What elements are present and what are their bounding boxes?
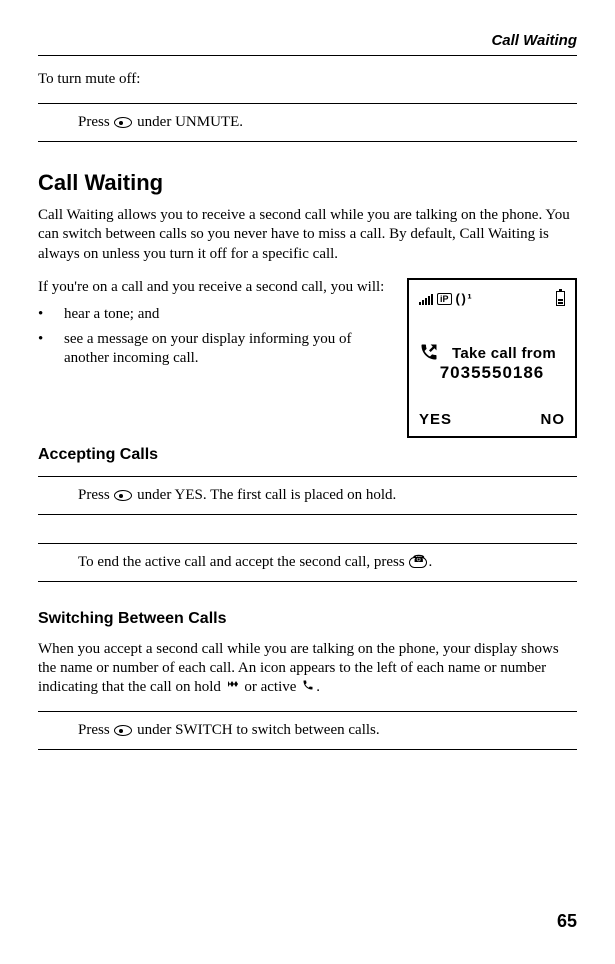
second-call-column: If you're on a call and you receive a se… bbox=[38, 278, 389, 438]
switching-text: . bbox=[316, 679, 320, 695]
instruction-box-end-accept: To end the active call and accept the se… bbox=[38, 543, 577, 582]
text-and-screen-row: If you're on a call and you receive a se… bbox=[38, 278, 577, 438]
running-head: Call Waiting bbox=[38, 32, 577, 49]
instruction-box-accept: Press under YES. The first call is place… bbox=[38, 476, 577, 515]
take-call-text: Take call from bbox=[443, 346, 565, 363]
section-heading-switching: Switching Between Calls bbox=[38, 610, 577, 628]
active-call-icon bbox=[301, 678, 315, 697]
instruction-text: To end the active call and accept the se… bbox=[78, 554, 408, 570]
header-rule bbox=[38, 55, 577, 56]
bullet-list: •hear a tone; and •see a message on your… bbox=[38, 305, 389, 369]
status-bar: iP ( ) ¹ bbox=[419, 290, 565, 308]
ip-icon: iP bbox=[437, 293, 452, 305]
list-item-text: hear a tone; and bbox=[64, 305, 159, 324]
list-item-text: see a message on your display informing … bbox=[64, 330, 389, 368]
section-heading-call-waiting: Call Waiting bbox=[38, 170, 577, 196]
oval-key-icon bbox=[114, 725, 132, 736]
bullet-icon: • bbox=[38, 305, 64, 324]
instruction-text: Press bbox=[78, 722, 113, 738]
page-number: 65 bbox=[557, 911, 577, 932]
section-heading-accepting: Accepting Calls bbox=[38, 446, 577, 464]
softkey-yes: YES bbox=[419, 411, 452, 428]
instruction-text: under SWITCH to switch between calls. bbox=[133, 722, 379, 738]
signal-icon bbox=[419, 293, 433, 305]
battery-icon bbox=[556, 291, 565, 306]
softkey-no: NO bbox=[541, 411, 566, 428]
status-left-group: iP ( ) ¹ bbox=[419, 291, 471, 306]
oval-key-icon bbox=[114, 117, 132, 128]
instruction-text: under YES. The first call is placed on h… bbox=[133, 487, 396, 503]
bullet-icon: • bbox=[38, 330, 64, 368]
list-item: •hear a tone; and bbox=[38, 305, 389, 324]
incoming-number: 7035550186 bbox=[419, 363, 565, 383]
handset-key-icon bbox=[409, 557, 427, 568]
instruction-text: under UNMUTE. bbox=[133, 114, 243, 130]
incoming-call-block: Take call from 7035550186 bbox=[419, 336, 565, 383]
instruction-text: Press bbox=[78, 487, 113, 503]
phone-screen-mockup: iP ( ) ¹ Take call from 7035550186 YES N… bbox=[407, 278, 577, 438]
instruction-box-switch: Press under SWITCH to switch between cal… bbox=[38, 711, 577, 750]
list-item: •see a message on your display informing… bbox=[38, 330, 389, 368]
line-indicator-icon: ( ) ¹ bbox=[456, 291, 471, 306]
switching-text: or active bbox=[241, 679, 301, 695]
softkey-row: YES NO bbox=[419, 411, 565, 428]
instruction-text: Press bbox=[78, 114, 113, 130]
call-waiting-description: Call Waiting allows you to receive a sec… bbox=[38, 206, 577, 264]
second-call-intro: If you're on a call and you receive a se… bbox=[38, 278, 389, 297]
instruction-text: . bbox=[428, 554, 432, 570]
oval-key-icon bbox=[114, 490, 132, 501]
switching-description: When you accept a second call while you … bbox=[38, 640, 577, 698]
instruction-box-unmute: Press under UNMUTE. bbox=[38, 103, 577, 142]
incoming-call-icon bbox=[419, 342, 439, 367]
hold-icon bbox=[226, 678, 240, 697]
intro-text: To turn mute off: bbox=[38, 70, 577, 89]
